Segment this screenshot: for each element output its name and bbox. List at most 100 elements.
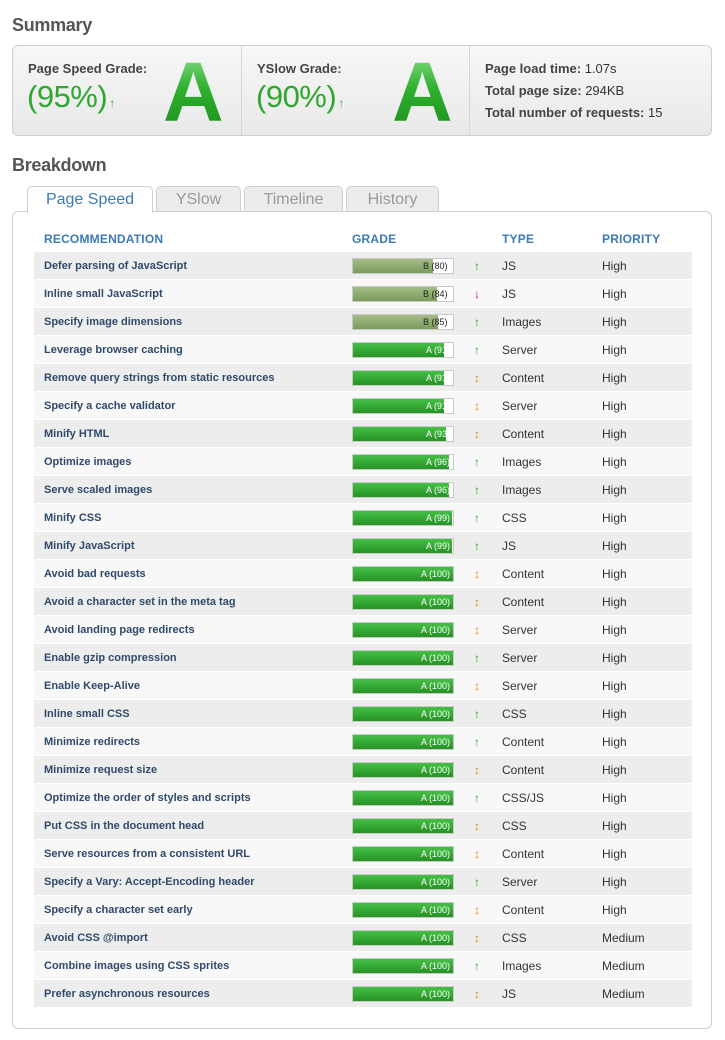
recommendation-name[interactable]: Minimize redirects — [44, 728, 140, 756]
grade-bar: A (100) — [352, 846, 454, 862]
arrow-updown-icon: ↕ — [474, 595, 480, 609]
recommendation-name[interactable]: Avoid landing page redirects — [44, 616, 195, 644]
table-row[interactable]: Prefer asynchronous resources A (100) ↕ JS M… — [34, 980, 692, 1008]
recommendation-name[interactable]: Serve resources from a consistent URL — [44, 840, 250, 868]
table-row[interactable]: Specify a Vary: Accept-Encoding header A … — [34, 868, 692, 896]
arrow-up-icon: ↑ — [474, 735, 480, 749]
table-row[interactable]: Minimize request size A (100) ↕ Content High — [34, 756, 692, 784]
arrow-updown-icon: ↕ — [474, 819, 480, 833]
recommendation-name[interactable]: Avoid CSS @import — [44, 924, 148, 952]
arrow-up-icon: ↑ — [109, 96, 115, 110]
grade-bar: A (100) — [352, 902, 454, 918]
table-row[interactable]: Serve scaled images A (96) ↑ Images High — [34, 476, 692, 504]
grade-score-label: A (100) — [420, 737, 450, 747]
grade-bar: A (99) — [352, 538, 454, 554]
recommendation-name[interactable]: Specify a character set early — [44, 896, 193, 924]
table-row[interactable]: Avoid landing page redirects A (100) ↕ Serv… — [34, 616, 692, 644]
table-row[interactable]: Inline small JavaScript B (84) ↓ JS High — [34, 280, 692, 308]
recommendation-name[interactable]: Inline small CSS — [44, 700, 130, 728]
recommendation-priority: High — [602, 427, 627, 441]
table-row[interactable]: Minimize redirects A (100) ↑ Content High — [34, 728, 692, 756]
grade-score-label: A (91) — [425, 373, 450, 383]
recommendation-name[interactable]: Minimize request size — [44, 756, 157, 784]
table-row[interactable]: Minify HTML A (93) ↕ Content High — [34, 420, 692, 448]
recommendation-priority: High — [602, 651, 627, 665]
arrow-up-icon: ↑ — [474, 315, 480, 329]
table-row[interactable]: Minify JavaScript A (99) ↑ JS High — [34, 532, 692, 560]
arrow-updown-icon: ↕ — [474, 567, 480, 581]
recommendation-type: Images — [502, 959, 542, 973]
table-row[interactable]: Optimize images A (96) ↑ Images High — [34, 448, 692, 476]
table-row[interactable]: Enable gzip compression A (100) ↑ Server Hig… — [34, 644, 692, 672]
tab-page-speed[interactable]: Page Speed — [27, 186, 153, 213]
grade-bar: B (84) — [352, 286, 454, 302]
table-row[interactable]: Combine images using CSS sprites A (100) ↑… — [34, 952, 692, 980]
recommendation-name[interactable]: Avoid bad requests — [44, 560, 146, 588]
recommendation-name[interactable]: Prefer asynchronous resources — [44, 980, 210, 1008]
recommendation-priority: High — [602, 735, 627, 749]
recommendation-name[interactable]: Specify a Vary: Accept-Encoding header — [44, 868, 255, 896]
table-row[interactable]: Avoid CSS @import A (100) ↕ CSS Medium — [34, 924, 692, 952]
grade-score-label: A (96) — [425, 485, 450, 495]
recommendation-name[interactable]: Enable Keep-Alive — [44, 672, 140, 700]
arrow-updown-icon: ↕ — [474, 931, 480, 945]
recommendation-type: Server — [502, 399, 538, 413]
recommendation-name[interactable]: Remove query strings from static resourc… — [44, 364, 274, 392]
grade-score-label: A (100) — [420, 569, 450, 579]
summary-panel: Page Speed Grade: (95%) ↑ A YSlow Grade: … — [12, 45, 712, 136]
tab-timeline[interactable]: Timeline — [244, 186, 343, 212]
recommendation-name[interactable]: Specify a cache validator — [44, 392, 175, 420]
table-row[interactable]: Serve resources from a consistent URL A (… — [34, 840, 692, 868]
recommendation-type: JS — [502, 539, 517, 553]
header-recommendation[interactable]: RECOMMENDATION — [44, 232, 163, 246]
recommendation-name[interactable]: Minify CSS — [44, 504, 101, 532]
header-grade[interactable]: GRADE — [352, 232, 396, 246]
recommendation-name[interactable]: Defer parsing of JavaScript — [44, 252, 187, 280]
recommendation-type: Content — [502, 567, 545, 581]
table-row[interactable]: Specify a character set early A (100) ↕ Con… — [34, 896, 692, 924]
grade-score-label: A (96) — [425, 457, 450, 467]
tab-yslow[interactable]: YSlow — [156, 186, 241, 212]
recommendation-name[interactable]: Avoid a character set in the meta tag — [44, 588, 236, 616]
recommendation-type: Server — [502, 623, 538, 637]
pagespeed-grade-percent: (95%) ↑ — [27, 79, 115, 115]
recommendation-name[interactable]: Optimize images — [44, 448, 131, 476]
recommendation-name[interactable]: Serve scaled images — [44, 476, 152, 504]
table-row[interactable]: Defer parsing of JavaScript B (80) ↑ JS High — [34, 252, 692, 280]
recommendation-name[interactable]: Leverage browser caching — [44, 336, 183, 364]
recommendation-name[interactable]: Put CSS in the document head — [44, 812, 204, 840]
arrow-up-icon: ↑ — [474, 875, 480, 889]
grade-bar: A (100) — [352, 594, 454, 610]
table-row[interactable]: Remove query strings from static resourc… — [34, 364, 692, 392]
table-row[interactable]: Enable Keep-Alive A (100) ↕ Server High — [34, 672, 692, 700]
recommendation-name[interactable]: Enable gzip compression — [44, 644, 177, 672]
table-row[interactable]: Minify CSS A (99) ↑ CSS High — [34, 504, 692, 532]
table-row[interactable]: Optimize the order of styles and scripts… — [34, 784, 692, 812]
table-row[interactable]: Put CSS in the document head A (100) ↕ CSS H… — [34, 812, 692, 840]
tab-history[interactable]: History — [346, 186, 439, 212]
recommendation-name[interactable]: Inline small JavaScript — [44, 280, 163, 308]
grade-bar: A (100) — [352, 734, 454, 750]
table-row[interactable]: Specify a cache validator A (91) ↕ Server Hi… — [34, 392, 692, 420]
table-row[interactable]: Avoid bad requests A (100) ↕ Content High — [34, 560, 692, 588]
recommendation-priority: High — [602, 567, 627, 581]
grade-score-label: A (100) — [420, 709, 450, 719]
table-row[interactable]: Avoid a character set in the meta tag A (… — [34, 588, 692, 616]
recommendation-name[interactable]: Optimize the order of styles and scripts — [44, 784, 251, 812]
arrow-up-icon: ↑ — [474, 791, 480, 805]
table-row[interactable]: Inline small CSS A (100) ↑ CSS High — [34, 700, 692, 728]
grade-bar: A (100) — [352, 958, 454, 974]
table-row[interactable]: Leverage browser caching A (91) ↑ Server Hig… — [34, 336, 692, 364]
recommendation-name[interactable]: Minify HTML — [44, 420, 109, 448]
grade-score-label: A (99) — [425, 513, 450, 523]
yslow-grade-label: YSlow Grade: — [257, 61, 342, 76]
grade-bar: A (100) — [352, 874, 454, 890]
stat-requests: Total number of requests: 15 — [485, 105, 663, 120]
recommendation-name[interactable]: Minify JavaScript — [44, 532, 134, 560]
header-priority[interactable]: PRIORITY — [602, 232, 660, 246]
recommendation-name[interactable]: Combine images using CSS sprites — [44, 952, 229, 980]
recommendation-name[interactable]: Specify image dimensions — [44, 308, 182, 336]
breakdown-title: Breakdown — [12, 155, 107, 175]
table-row[interactable]: Specify image dimensions B (85) ↑ Images Hig… — [34, 308, 692, 336]
header-type[interactable]: TYPE — [502, 232, 534, 246]
